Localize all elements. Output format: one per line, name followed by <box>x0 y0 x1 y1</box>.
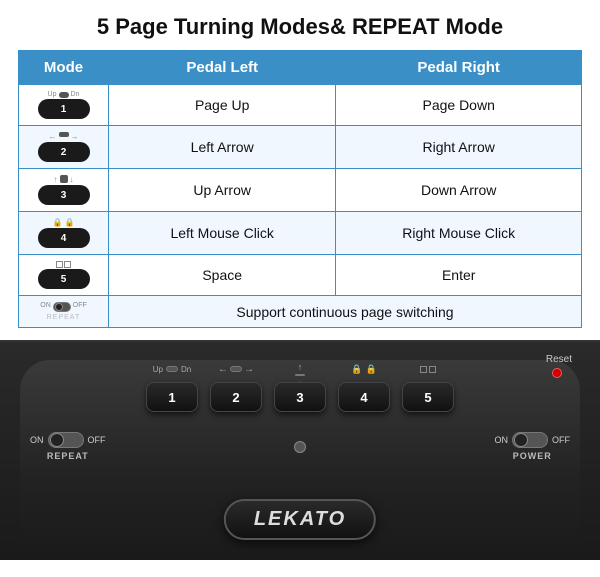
pedal-left-1: Page Up <box>109 85 336 126</box>
pedal-button-4[interactable]: 4 <box>338 382 390 412</box>
pedal-left-5: Space <box>109 255 336 296</box>
col-header-mode: Mode <box>19 51 109 85</box>
lekato-logo: LEKATO <box>224 499 376 540</box>
center-led <box>294 441 306 453</box>
col-header-pedal-left: Pedal Left <box>109 51 336 85</box>
repeat-off-label: OFF <box>88 435 106 445</box>
repeat-label: REPEAT <box>47 451 89 461</box>
pedal-btn-group-5: 5 <box>402 362 454 412</box>
bottom-controls-row: ON OFF REPEAT ON OFF <box>30 432 570 461</box>
table-wrapper: Mode Pedal Left Pedal Right UpDn 1 <box>0 50 600 340</box>
mode-cell-2: ←→ 2 <box>19 126 109 169</box>
pedal-right-4: Right Mouse Click <box>336 212 582 255</box>
pedal-right-1: Page Down <box>336 85 582 126</box>
pedal-buttons-row: Up Dn 1 ← → 2 <box>30 362 570 412</box>
pedal-btn-group-1: Up Dn 1 <box>146 362 198 412</box>
table-row: UpDn 1 Page Up Page Down <box>19 85 582 126</box>
col-header-pedal-right: Pedal Right <box>336 51 582 85</box>
mode-cell-1: UpDn 1 <box>19 85 109 126</box>
page-title: 5 Page Turning Modes& REPEAT Mode <box>0 0 600 50</box>
table-row: ↑↓ 3 Up Arrow Down Arrow <box>19 169 582 212</box>
repeat-on-label: ON <box>30 435 44 445</box>
pedal-left-2: Left Arrow <box>109 126 336 169</box>
power-toggle-knob <box>514 433 528 447</box>
modes-table: Mode Pedal Left Pedal Right UpDn 1 <box>18 50 582 328</box>
pedal-button-2[interactable]: 2 <box>210 382 262 412</box>
repeat-toggle-knob <box>50 433 64 447</box>
power-toggle[interactable] <box>512 432 548 448</box>
power-off-label: OFF <box>552 435 570 445</box>
repeat-toggle[interactable] <box>48 432 84 448</box>
power-label: POWER <box>513 451 552 461</box>
pedal-device: Reset Up Dn 1 ← → <box>0 340 600 560</box>
pedal-button-5[interactable]: 5 <box>402 382 454 412</box>
table-row: ←→ 2 Left Arrow Right Arrow <box>19 126 582 169</box>
repeat-description: Support continuous page switching <box>109 296 582 328</box>
mode-cell-3: ↑↓ 3 <box>19 169 109 212</box>
pedal-right-5: Enter <box>336 255 582 296</box>
repeat-group: ON OFF REPEAT <box>30 432 106 461</box>
power-group: ON OFF POWER <box>495 432 571 461</box>
power-on-label: ON <box>495 435 509 445</box>
table-row: 🔒🔒 4 Left Mouse Click Right Mouse Click <box>19 212 582 255</box>
mode-cell-5: 5 <box>19 255 109 296</box>
pedal-button-1[interactable]: 1 <box>146 382 198 412</box>
pedal-left-4: Left Mouse Click <box>109 212 336 255</box>
pedal-button-3[interactable]: 3 <box>274 382 326 412</box>
page-wrapper: 5 Page Turning Modes& REPEAT Mode Mode P… <box>0 0 600 560</box>
pedal-left-3: Up Arrow <box>109 169 336 212</box>
pedal-btn-group-2: ← → 2 <box>210 362 262 412</box>
repeat-toggle-row: ON OFF <box>30 432 106 448</box>
pedal-btn-group-4: 🔒 🔒 4 <box>338 362 390 412</box>
pedal-right-2: Right Arrow <box>336 126 582 169</box>
table-row: ON OFF REPEAT Support continuous page sw… <box>19 296 582 328</box>
pedal-right-3: Down Arrow <box>336 169 582 212</box>
pedal-btn-group-3: ↑ ↓ 3 <box>274 362 326 412</box>
mode-cell-4: 🔒🔒 4 <box>19 212 109 255</box>
table-row: 5 Space Enter <box>19 255 582 296</box>
mode-cell-repeat: ON OFF REPEAT <box>19 296 109 328</box>
power-toggle-row: ON OFF <box>495 432 571 448</box>
